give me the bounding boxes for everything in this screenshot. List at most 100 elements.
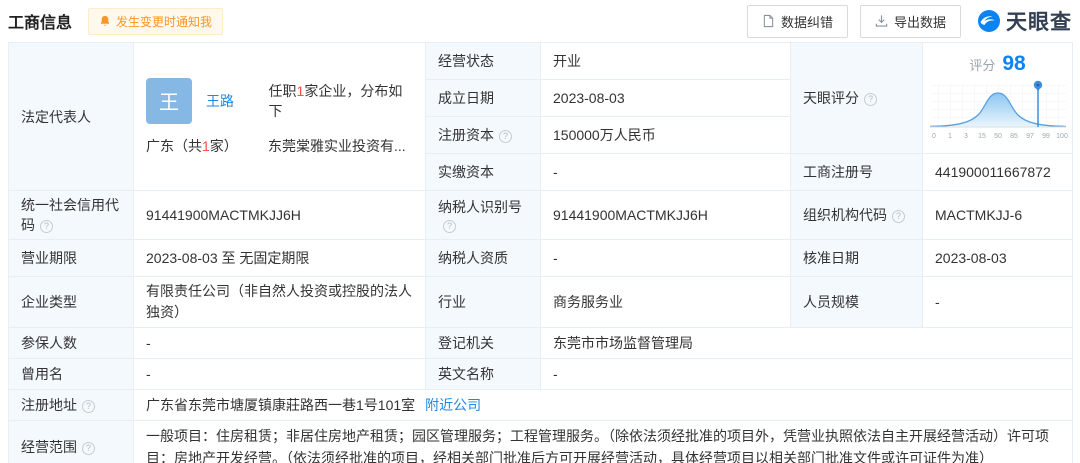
tick-0: 0 bbox=[932, 133, 936, 140]
field-label-taxpayer-id: 纳税人识别号? bbox=[425, 190, 541, 240]
tianyancha-logo-text: 天眼查 bbox=[1006, 11, 1072, 34]
export-data-button[interactable]: 导出数据 bbox=[859, 4, 961, 38]
region-count: 1 bbox=[202, 137, 210, 154]
field-label-biz-status: 经营状态 bbox=[425, 42, 541, 80]
chart-tick-labels: 0 1 3 15 50 85 97 99 100 bbox=[932, 133, 1068, 140]
score-distribution-chart: 0 1 3 15 50 85 97 99 100 bbox=[929, 80, 1068, 140]
data-correction-button[interactable]: 数据纠错 bbox=[746, 4, 848, 38]
industry-label: 行业 bbox=[438, 294, 466, 310]
help-icon[interactable]: ? bbox=[443, 220, 456, 233]
biz-scope-label: 经营范围 bbox=[21, 439, 77, 456]
est-date-label: 成立日期 bbox=[438, 90, 494, 106]
score-widget: 评分 98 0 1 3 15 50 85 97 99 100 bbox=[929, 52, 1067, 145]
legal-rep-company-link[interactable]: 东莞棠雅实业投资有... bbox=[268, 136, 406, 156]
field-label-biz-scope: 经营范围? bbox=[8, 420, 134, 463]
tick-97: 97 bbox=[1026, 133, 1034, 140]
reg-authority-label: 登记机关 bbox=[438, 335, 494, 351]
staff-size-label: 人员规模 bbox=[803, 294, 859, 310]
field-label-taxpayer-qual: 纳税人资质 bbox=[425, 239, 541, 277]
field-value-reg-number: 441900011667872 bbox=[922, 153, 1073, 191]
score-marker-pin-dot bbox=[1036, 83, 1039, 86]
data-correction-label: 数据纠错 bbox=[780, 14, 833, 30]
legal-rep-name[interactable]: 王路 bbox=[206, 93, 234, 109]
paid-capital-label: 实缴资本 bbox=[438, 164, 494, 180]
field-label-credit-code: 统一社会信用代码? bbox=[8, 190, 134, 240]
region-prefix: 广东（共 bbox=[146, 137, 202, 154]
legal-rep-cell: 王 王路 任职1家企业，分布如下 广东（共1家） 东莞棠雅实业投资有... bbox=[133, 42, 426, 191]
field-value-former-name: - bbox=[133, 358, 426, 390]
help-icon[interactable]: ? bbox=[82, 442, 95, 456]
field-value-insured-count: - bbox=[133, 327, 426, 359]
tick-1: 1 bbox=[948, 133, 952, 140]
legal-rep-top-row: 王 王路 任职1家企业，分布如下 bbox=[146, 77, 413, 124]
tick-15: 15 bbox=[978, 133, 986, 140]
legal-rep-avatar[interactable]: 王 bbox=[146, 77, 192, 124]
field-label-reg-authority: 登记机关 bbox=[425, 327, 541, 359]
field-value-biz-scope: 一般项目：住房租赁；非居住房地产租赁；园区管理服务；工程管理服务。（除依法须经批… bbox=[133, 420, 1073, 463]
score-headline: 评分 98 bbox=[969, 52, 1025, 76]
field-value-staff-size: - bbox=[922, 276, 1073, 328]
taxpayer-qual-label: 纳税人资质 bbox=[438, 250, 508, 266]
field-label-biz-term: 营业期限 bbox=[8, 239, 134, 277]
english-name-label: 英文名称 bbox=[438, 366, 494, 382]
export-data-label: 导出数据 bbox=[893, 14, 946, 30]
help-icon[interactable]: ? bbox=[40, 220, 53, 233]
notify-badge-label: 发生变更时通知我 bbox=[116, 14, 213, 29]
field-value-biz-term: 2023-08-03 至 无固定期限 bbox=[133, 239, 426, 277]
help-icon[interactable]: ? bbox=[892, 210, 905, 223]
tick-85: 85 bbox=[1010, 133, 1018, 140]
reg-capital-label: 注册资本 bbox=[438, 127, 494, 143]
biz-status-label: 经营状态 bbox=[438, 53, 494, 69]
insured-count-label: 参保人数 bbox=[21, 335, 77, 351]
field-label-paid-capital: 实缴资本 bbox=[425, 153, 541, 191]
field-value-org-code: MACTMKJJ-6 bbox=[922, 190, 1073, 240]
tick-99: 99 bbox=[1042, 133, 1050, 140]
document-icon bbox=[763, 14, 774, 28]
bell-icon bbox=[100, 15, 110, 26]
panel-header: 工商信息 发生变更时通知我 数据纠错 导出数据 天眼查 bbox=[0, 0, 1080, 42]
help-icon[interactable]: ? bbox=[499, 130, 512, 143]
field-value-reg-authority: 东莞市市场监督管理局 bbox=[540, 327, 1073, 359]
field-label-company-type: 企业类型 bbox=[8, 276, 134, 328]
field-label-english-name: 英文名称 bbox=[425, 358, 541, 390]
tenure-prefix: 任职 bbox=[268, 82, 297, 99]
field-value-credit-code: 91441900MACTMKJJ6H bbox=[133, 190, 426, 240]
field-label-reg-address: 注册地址? bbox=[8, 389, 134, 421]
legal-rep-name-link[interactable]: 王路 bbox=[206, 91, 269, 111]
biz-scope-text: 一般项目：住房租赁；非居住房地产租赁；园区管理服务；工程管理服务。（除依法须经批… bbox=[146, 428, 1049, 463]
field-label-former-name: 曾用名 bbox=[8, 358, 134, 390]
field-label-est-date: 成立日期 bbox=[425, 79, 541, 117]
header-actions: 数据纠错 导出数据 天眼查 bbox=[746, 4, 1072, 38]
field-label-org-code: 组织机构代码? bbox=[790, 190, 923, 240]
field-value-approval-date: 2023-08-03 bbox=[922, 239, 1073, 277]
help-icon[interactable]: ? bbox=[82, 400, 95, 413]
field-value-industry: 商务服务业 bbox=[540, 276, 791, 328]
field-value-taxpayer-id: 91441900MACTMKJJ6H bbox=[540, 190, 791, 240]
notify-on-change-button[interactable]: 发生变更时通知我 bbox=[88, 7, 224, 35]
field-value-reg-capital: 150000万人民币 bbox=[540, 116, 791, 154]
reg-address-text: 广东省东莞市塘厦镇康莊路西一巷1号101室 bbox=[146, 397, 416, 413]
score-value: 98 bbox=[1002, 51, 1026, 75]
field-label-legal-rep: 法定代表人 bbox=[8, 42, 134, 191]
reg-address-label: 注册地址 bbox=[21, 397, 77, 413]
field-label-score: 天眼评分? bbox=[790, 42, 923, 154]
tick-3: 3 bbox=[964, 133, 968, 140]
tianyancha-logo: 天眼查 bbox=[977, 6, 1072, 36]
field-label-staff-size: 人员规模 bbox=[790, 276, 923, 328]
business-info-panel: 工商信息 发生变更时通知我 数据纠错 导出数据 天眼查 法定代表人 王 王路 任… bbox=[0, 0, 1080, 463]
legal-rep-card: 王 王路 任职1家企业，分布如下 广东（共1家） 东莞棠雅实业投资有... bbox=[146, 70, 413, 164]
biz-term-label: 营业期限 bbox=[21, 250, 77, 266]
tianyancha-logo-icon bbox=[978, 10, 1000, 32]
field-value-company-type: 有限责任公司（非自然人投资或控股的法人独资） bbox=[133, 276, 426, 328]
legal-rep-label: 法定代表人 bbox=[21, 108, 91, 125]
help-icon[interactable]: ? bbox=[864, 93, 877, 106]
field-value-est-date: 2023-08-03 bbox=[540, 79, 791, 117]
reg-number-label: 工商注册号 bbox=[803, 164, 873, 180]
field-value-paid-capital: - bbox=[540, 153, 791, 191]
download-icon bbox=[875, 15, 888, 27]
nearby-companies-link[interactable]: 附近公司 bbox=[425, 397, 481, 413]
credit-code-label: 统一社会信用代码 bbox=[21, 197, 119, 233]
score-cell: 评分 98 0 1 3 15 50 85 97 99 100 bbox=[922, 42, 1073, 154]
legal-rep-tenure: 任职1家企业，分布如下 bbox=[269, 81, 413, 121]
score-label: 天眼评分 bbox=[803, 90, 859, 106]
